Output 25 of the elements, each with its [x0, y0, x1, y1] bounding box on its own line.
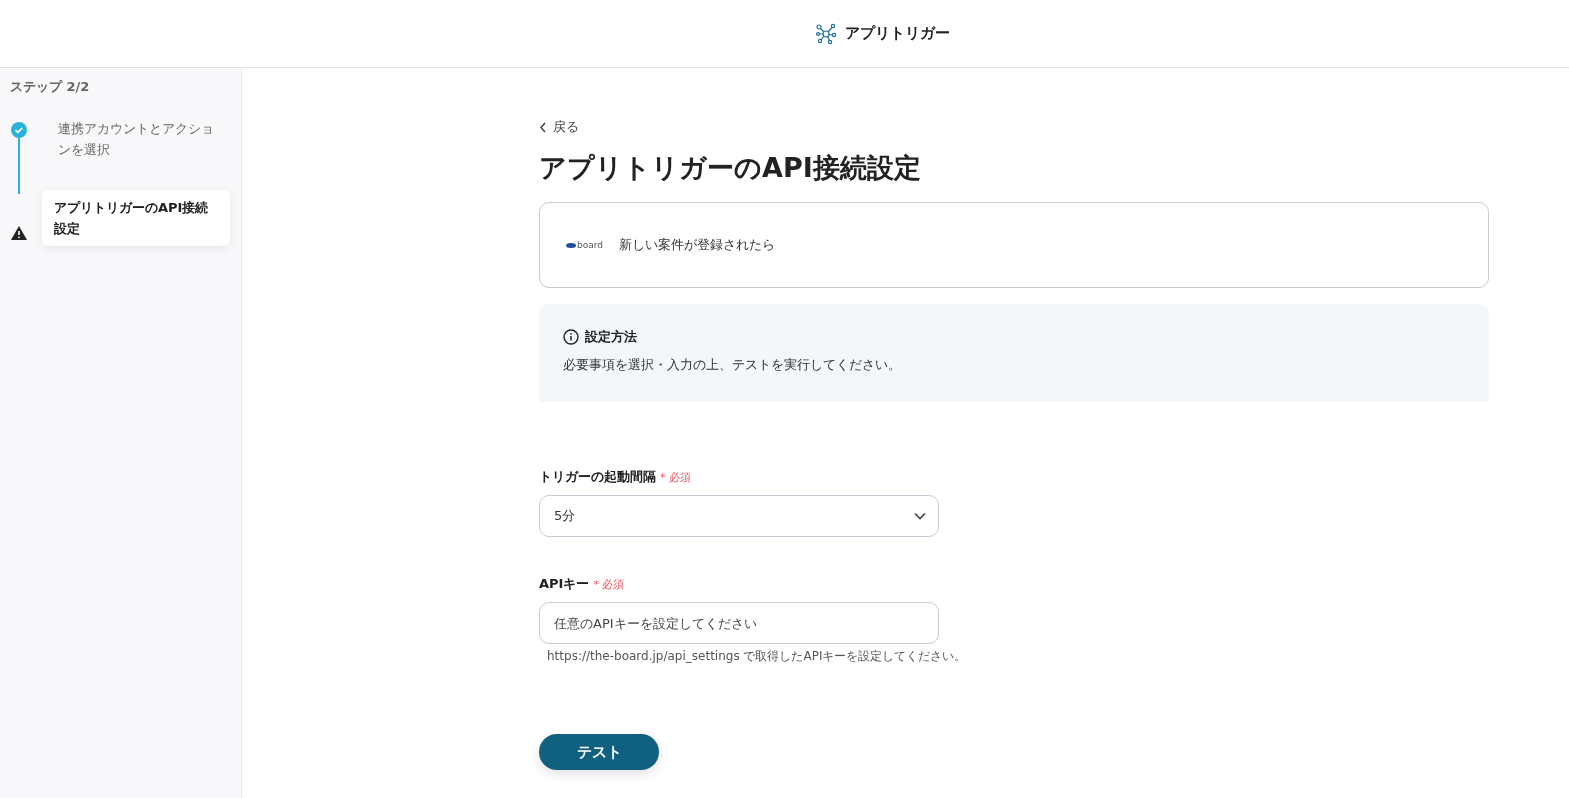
back-link[interactable]: 戻る — [539, 118, 1489, 136]
page-title: アプリトリガーのAPI接続設定 — [539, 151, 922, 185]
test-button[interactable]: テスト — [539, 734, 659, 770]
trigger-name: 新しい案件が登録されたら — [619, 236, 775, 254]
app-logo: board — [566, 240, 603, 250]
chevron-left-icon — [539, 121, 547, 133]
step-item[interactable]: 連携アカウントとアクションを選択 — [42, 118, 218, 160]
help-text: https://the-board.jp/api_settings で取得したAPIキーを設定してください。 — [547, 648, 967, 665]
back-label: 戻る — [553, 118, 579, 136]
chevron-down-icon — [914, 512, 926, 520]
network-icon — [814, 22, 837, 45]
info-title: 設定方法 — [585, 328, 637, 346]
app-title: アプリトリガー — [844, 24, 950, 43]
warning-icon — [11, 226, 27, 240]
select-value: 5分 — [554, 507, 576, 525]
info-icon — [563, 329, 579, 345]
api-key-field[interactable]: 任意のAPIキーを設定してください — [539, 602, 939, 644]
step-item[interactable]: アプリトリガーのAPI接続設定 — [42, 190, 230, 246]
required-mark: * 必須 — [593, 576, 625, 592]
interval-select[interactable]: 5分 — [539, 495, 939, 537]
info-text: 必要事項を選択・入力の上、テストを実行してください。 — [563, 356, 902, 374]
field-label: APIキー — [539, 575, 590, 593]
field-label: トリガーの起動間隔 — [539, 468, 656, 486]
step-counter: ステップ 2/2 — [10, 78, 91, 96]
required-mark: * 必須 — [660, 469, 691, 485]
